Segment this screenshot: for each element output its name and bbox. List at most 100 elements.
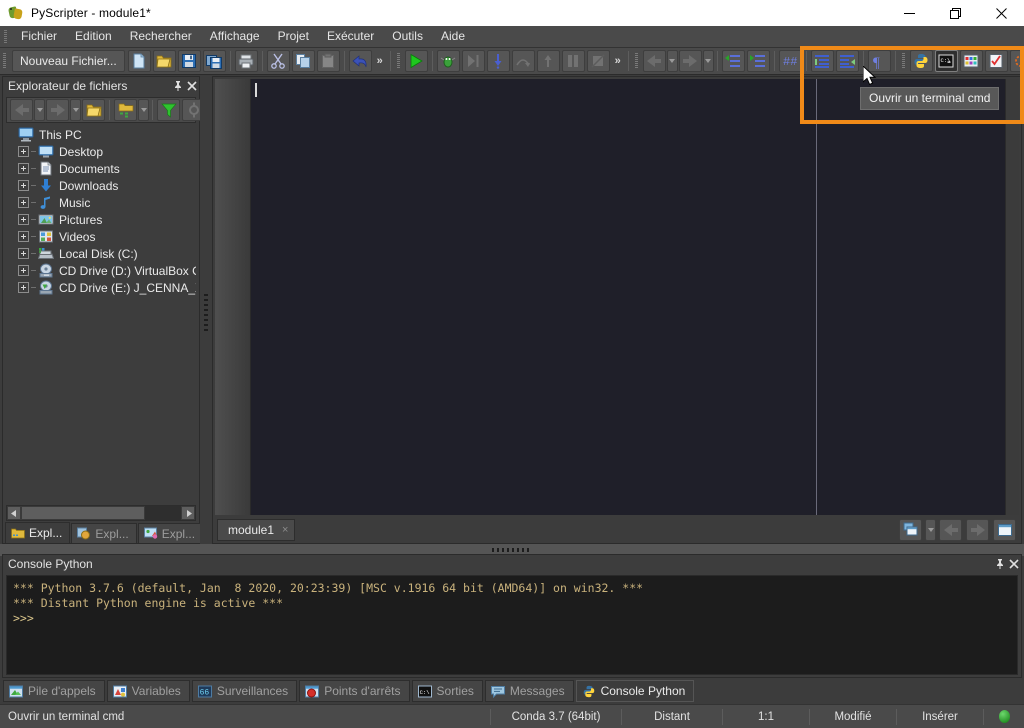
editor-next-button[interactable] xyxy=(966,519,989,541)
editor-prev-button[interactable] xyxy=(939,519,962,541)
expander-icon[interactable] xyxy=(18,231,29,242)
expander-icon[interactable] xyxy=(18,146,29,157)
close-icon[interactable] xyxy=(1007,556,1021,572)
scroll-left-button[interactable] xyxy=(7,506,21,520)
toolbar-grip[interactable] xyxy=(3,53,6,69)
menu-affichage[interactable]: Affichage xyxy=(201,26,269,47)
explorer-tab-file[interactable]: Expl... xyxy=(5,522,70,543)
abort-icon[interactable] xyxy=(587,50,610,72)
scroll-right-button[interactable] xyxy=(181,506,195,520)
tab-console-python[interactable]: Console Python xyxy=(576,680,695,702)
nav-back-icon[interactable] xyxy=(643,50,666,72)
explorer-open-folder-icon[interactable] xyxy=(82,99,105,121)
menu-rechercher[interactable]: Rechercher xyxy=(121,26,201,47)
window-list-dropdown[interactable] xyxy=(925,519,936,541)
refresh-icon[interactable] xyxy=(1010,50,1024,72)
status-interpreter[interactable]: Conda 3.7 (64bit) xyxy=(491,708,621,726)
print-icon[interactable] xyxy=(235,50,258,72)
editor-tab-module1[interactable]: module1 × xyxy=(217,519,295,541)
editor-body[interactable] xyxy=(215,79,1019,515)
status-insert-mode[interactable]: Insérer xyxy=(897,708,983,726)
file-tree[interactable]: This PC Desktop Documents xyxy=(6,126,196,505)
menu-executer[interactable]: Exécuter xyxy=(318,26,383,47)
nav-forward-icon[interactable] xyxy=(679,50,702,72)
step-into-icon[interactable] xyxy=(487,50,510,72)
explorer-filter-icon[interactable] xyxy=(157,99,180,121)
comment-icon[interactable]: ## xyxy=(779,50,802,72)
cut-icon[interactable] xyxy=(267,50,290,72)
open-folder-icon[interactable] xyxy=(153,50,176,72)
tree-item-downloads[interactable]: Downloads xyxy=(6,177,196,194)
undo-icon[interactable] xyxy=(349,50,372,72)
unindent-icon[interactable] xyxy=(836,50,859,72)
status-engine[interactable]: Distant xyxy=(622,708,722,726)
tree-item-videos[interactable]: Videos xyxy=(6,228,196,245)
pin-icon[interactable] xyxy=(171,78,185,94)
explorer-forward-icon[interactable] xyxy=(46,99,69,121)
pause-icon[interactable] xyxy=(562,50,585,72)
indent-icon[interactable] xyxy=(811,50,834,72)
menu-fichier[interactable]: Fichier xyxy=(12,26,66,47)
close-button[interactable] xyxy=(978,0,1024,26)
save-all-icon[interactable] xyxy=(203,50,226,72)
menu-edition[interactable]: Edition xyxy=(66,26,121,47)
tree-item-documents[interactable]: Documents xyxy=(6,160,196,177)
editor-maximize-button[interactable] xyxy=(993,519,1016,541)
restore-button[interactable] xyxy=(932,0,978,26)
toolbar-grip[interactable] xyxy=(635,53,638,69)
menu-outils[interactable]: Outils xyxy=(383,26,432,47)
explorer-horizontal-scrollbar[interactable] xyxy=(6,505,196,521)
run-icon[interactable] xyxy=(405,50,428,72)
tree-item-cd-drive-d[interactable]: CD Drive (D:) VirtualBox Gue xyxy=(6,262,196,279)
tab-messages[interactable]: Messages xyxy=(485,680,574,702)
menu-projet[interactable]: Projet xyxy=(269,26,318,47)
save-icon[interactable] xyxy=(178,50,201,72)
tree-item-music[interactable]: Music xyxy=(6,194,196,211)
color-palette-icon[interactable] xyxy=(960,50,983,72)
cmd-terminal-icon[interactable]: C:\ xyxy=(935,50,958,72)
tab-sorties[interactable]: C:\ Sorties xyxy=(412,680,483,702)
tree-item-cd-drive-e[interactable]: CD Drive (E:) J_CENNA_X64F xyxy=(6,279,196,296)
expander-icon[interactable] xyxy=(18,214,29,225)
checklist-icon[interactable] xyxy=(985,50,1008,72)
expander-icon[interactable] xyxy=(18,265,29,276)
expander-icon[interactable] xyxy=(18,180,29,191)
copy-icon[interactable] xyxy=(292,50,315,72)
explorer-editor-splitter[interactable] xyxy=(200,76,212,544)
close-icon[interactable] xyxy=(185,78,199,94)
step-out-icon[interactable] xyxy=(537,50,560,72)
explorer-new-folder-icon[interactable] xyxy=(114,99,137,121)
nav-back-dropdown[interactable] xyxy=(667,50,678,72)
toolbar-overflow-icon[interactable]: » xyxy=(373,50,387,72)
new-file-dropdown[interactable]: Nouveau Fichier... xyxy=(12,50,125,72)
expander-icon[interactable] xyxy=(18,248,29,259)
scroll-track[interactable] xyxy=(21,506,181,520)
bookmark-prev-icon[interactable] xyxy=(722,50,745,72)
tree-item-pictures[interactable]: Pictures xyxy=(6,211,196,228)
pin-icon[interactable] xyxy=(993,556,1007,572)
paste-icon[interactable] xyxy=(317,50,340,72)
scroll-thumb[interactable] xyxy=(21,506,145,520)
tab-points-darrets[interactable]: Points d'arrêts xyxy=(299,680,409,702)
expander-icon[interactable] xyxy=(18,197,29,208)
toolbar-grip[interactable] xyxy=(902,53,905,69)
python-interpreter-icon[interactable] xyxy=(910,50,933,72)
expander-icon[interactable] xyxy=(18,163,29,174)
menu-aide[interactable]: Aide xyxy=(432,26,474,47)
console-output[interactable]: *** Python 3.7.6 (default, Jan 8 2020, 2… xyxy=(6,575,1018,675)
explorer-tab-project[interactable]: Expl... xyxy=(138,523,203,543)
explorer-back-dropdown[interactable] xyxy=(34,99,45,121)
explorer-forward-dropdown[interactable] xyxy=(70,99,81,121)
tree-item-this-pc[interactable]: This PC xyxy=(6,126,196,143)
run-to-cursor-icon[interactable] xyxy=(462,50,485,72)
tab-pile-dappels[interactable]: Pile d'appels xyxy=(3,680,105,702)
tree-item-desktop[interactable]: Desktop xyxy=(6,143,196,160)
explorer-new-folder-dropdown[interactable] xyxy=(138,99,149,121)
nav-forward-dropdown[interactable] xyxy=(703,50,714,72)
tab-variables[interactable]: Variables xyxy=(107,680,190,702)
editor-vertical-scrollbar[interactable] xyxy=(1005,79,1019,515)
explorer-tab-package[interactable]: Expl... xyxy=(71,523,136,543)
debug-icon[interactable] xyxy=(437,50,460,72)
tree-item-local-disk-c[interactable]: Local Disk (C:) xyxy=(6,245,196,262)
tab-surveillances[interactable]: 66 Surveillances xyxy=(192,680,297,702)
